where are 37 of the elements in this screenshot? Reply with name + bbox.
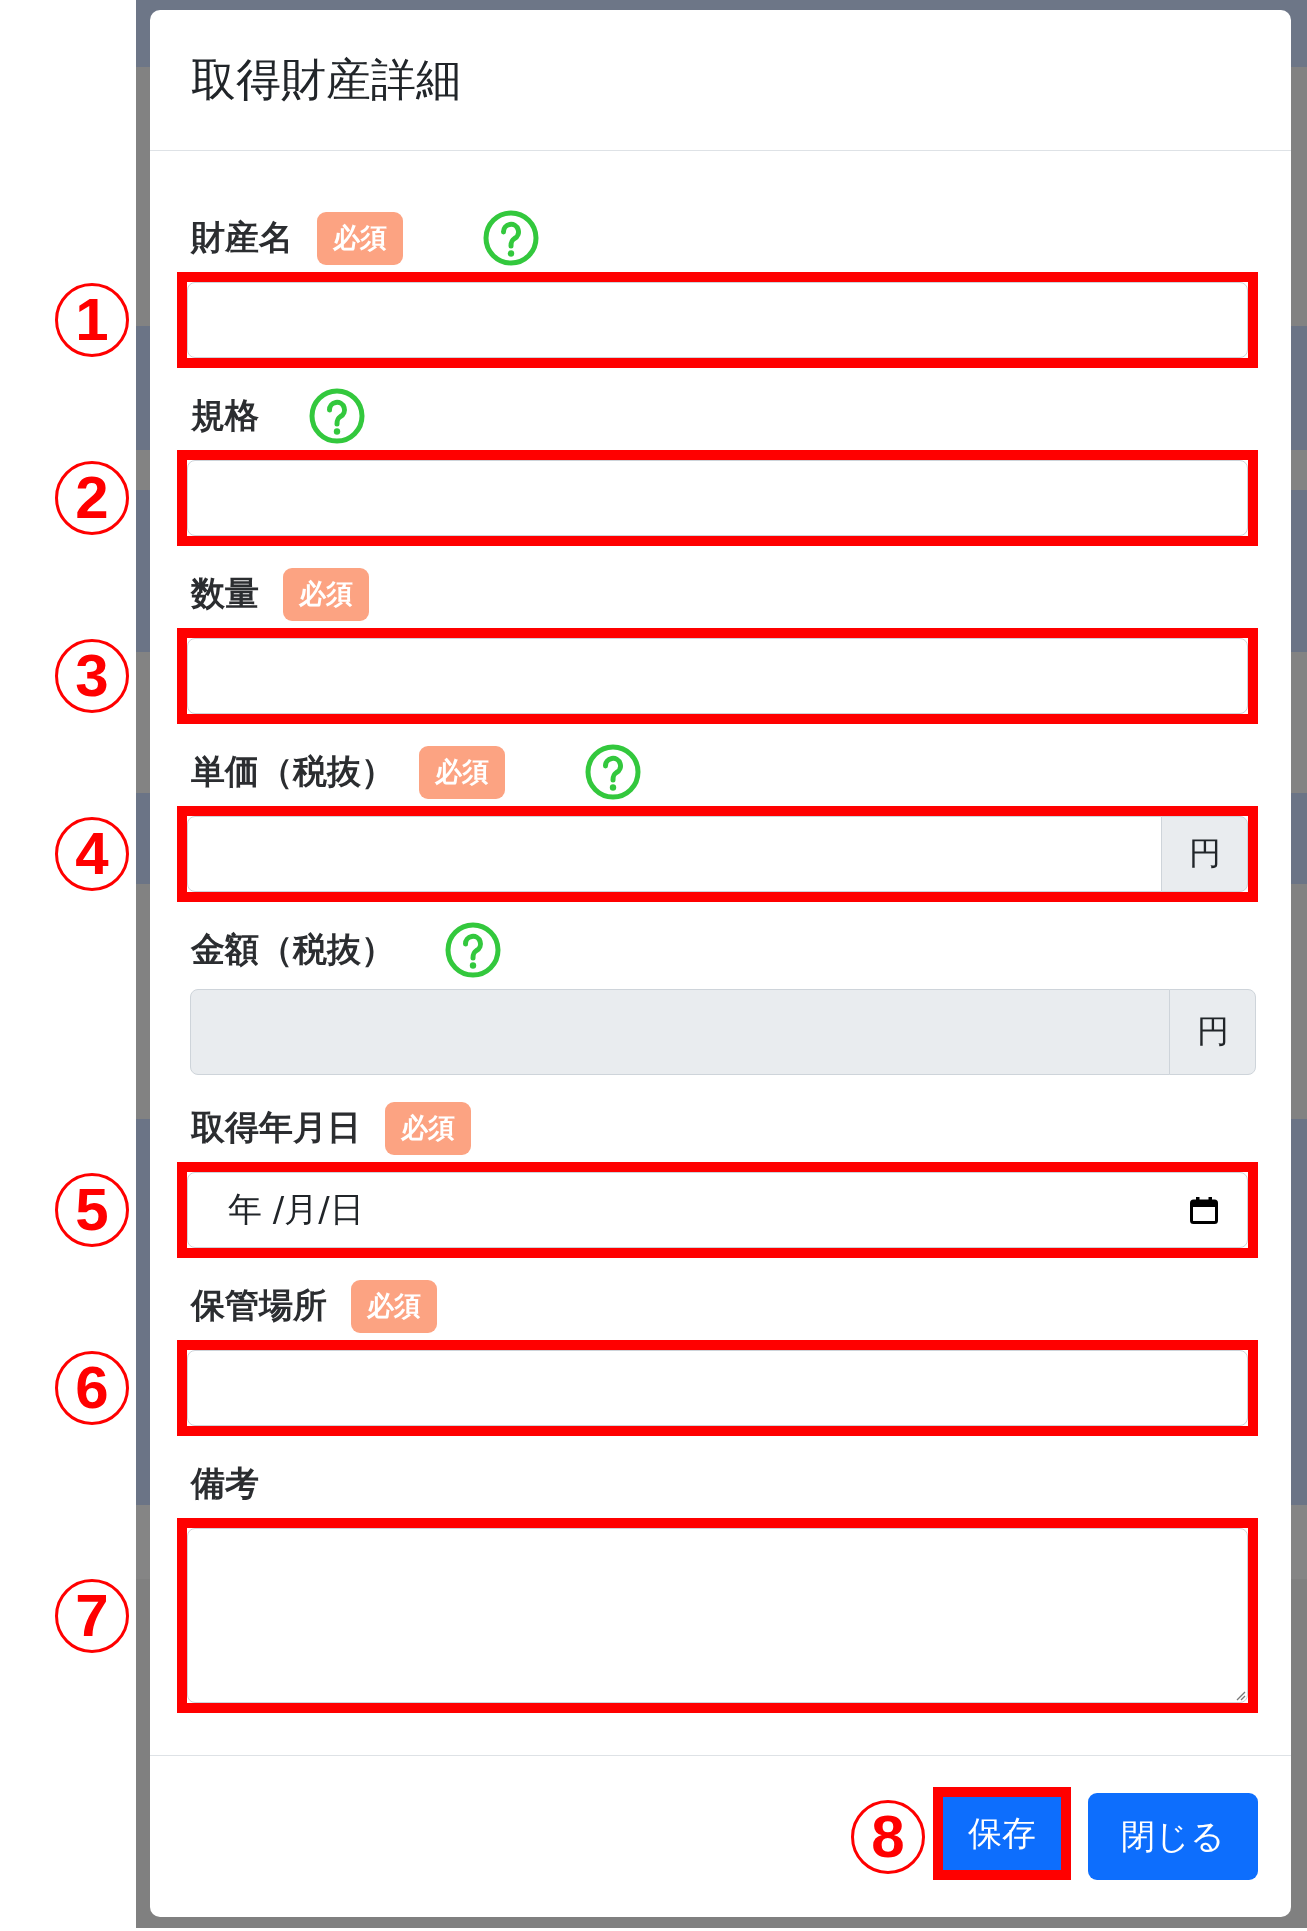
close-button[interactable]: 閉じる <box>1088 1793 1258 1880</box>
help-icon[interactable] <box>585 744 641 800</box>
field-label: 備考 <box>191 1462 259 1505</box>
step-marker: 1 <box>55 283 129 357</box>
text-input[interactable] <box>187 1350 1248 1426</box>
required-tag: 必須 <box>419 745 505 799</box>
field-label: 保管場所 <box>191 1284 327 1327</box>
field-label: 財産名 <box>191 216 293 259</box>
amount-input[interactable] <box>187 816 1162 892</box>
step-marker: 6 <box>55 1351 129 1425</box>
field-label: 数量 <box>191 572 259 615</box>
text-input[interactable] <box>187 282 1248 358</box>
field-label: 金額（税抜） <box>191 928 395 971</box>
save-button[interactable]: 保存 <box>943 1797 1061 1870</box>
step-marker: 7 <box>55 1578 129 1653</box>
date-input[interactable]: 年 /月/日 <box>187 1172 1248 1248</box>
required-tag: 必須 <box>351 1279 437 1333</box>
help-icon[interactable] <box>483 210 539 266</box>
required-tag: 必須 <box>283 567 369 621</box>
text-input[interactable] <box>187 460 1248 536</box>
required-tag: 必須 <box>317 211 403 265</box>
field-label: 取得年月日 <box>191 1106 361 1149</box>
step-marker: 8 <box>851 1799 925 1874</box>
text-input[interactable] <box>187 638 1248 714</box>
help-icon[interactable] <box>309 388 365 444</box>
step-marker: 4 <box>55 817 129 891</box>
field-label: 規格 <box>191 394 259 437</box>
unit-label: 円 <box>1161 816 1248 892</box>
field-label: 単価（税抜） <box>191 750 395 793</box>
step-marker: 2 <box>55 461 129 535</box>
dialog-title: 取得財産詳細 <box>191 53 461 107</box>
step-marker: 5 <box>55 1173 129 1247</box>
step-marker: 3 <box>55 639 129 713</box>
calendar-icon[interactable] <box>1189 1195 1219 1225</box>
resize-grip-icon[interactable] <box>1234 1689 1246 1701</box>
unit-label: 円 <box>1169 989 1256 1075</box>
required-tag: 必須 <box>385 1101 471 1155</box>
